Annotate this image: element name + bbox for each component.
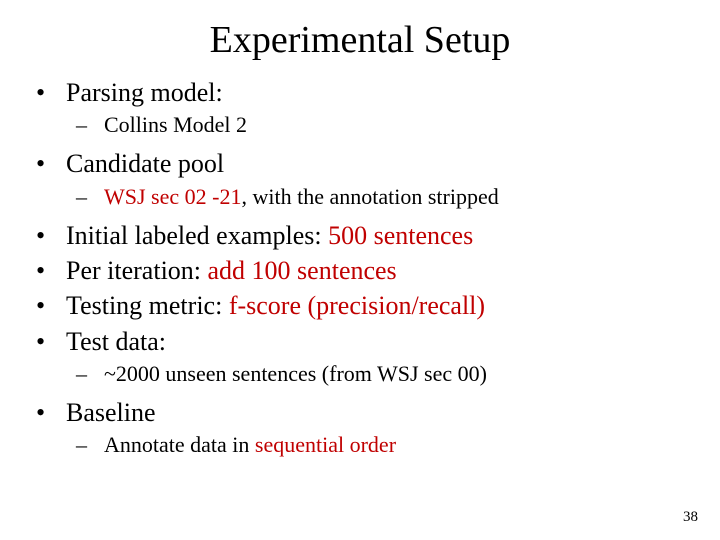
text-metric-highlight: f-score (precision/recall) (229, 291, 485, 320)
text-metric-pre: Testing metric: (66, 291, 229, 320)
text-wsj-highlight: WSJ sec 02 -21 (104, 184, 241, 209)
page-number: 38 (683, 509, 698, 526)
bullet-dash-icon: – (76, 360, 104, 388)
slide-content: • Parsing model: – Collins Model 2 • Can… (0, 76, 720, 459)
bullet-parsing-model: • Parsing model: (36, 76, 684, 109)
text-periter-highlight: add 100 sentences (208, 256, 397, 285)
slide: Experimental Setup • Parsing model: – Co… (0, 0, 720, 540)
bullet-dot-icon: • (36, 147, 66, 180)
subbullet-unseen: – ~2000 unseen sentences (from WSJ sec 0… (76, 360, 684, 388)
text-per-iteration: Per iteration: add 100 sentences (66, 254, 397, 287)
subbullet-annotate: – Annotate data in sequential order (76, 431, 684, 459)
subbullet-collins: – Collins Model 2 (76, 111, 684, 139)
text-metric: Testing metric: f-score (precision/recal… (66, 289, 485, 322)
bullet-testdata: • Test data: (36, 325, 684, 358)
bullet-dot-icon: • (36, 76, 66, 109)
bullet-candidate-pool: • Candidate pool (36, 147, 684, 180)
text-parsing-model: Parsing model: (66, 76, 223, 109)
text-initial-highlight: 500 sentences (328, 221, 473, 250)
slide-title: Experimental Setup (0, 0, 720, 76)
text-collins: Collins Model 2 (104, 111, 247, 139)
bullet-dot-icon: • (36, 325, 66, 358)
text-periter-pre: Per iteration: (66, 256, 208, 285)
text-annotate-pre: Annotate data in (104, 432, 255, 457)
bullet-baseline: • Baseline (36, 396, 684, 429)
bullet-metric: • Testing metric: f-score (precision/rec… (36, 289, 684, 322)
text-wsj-rest: , with the annotation stripped (241, 184, 498, 209)
text-baseline: Baseline (66, 396, 156, 429)
subbullet-wsj: – WSJ sec 02 -21, with the annotation st… (76, 183, 684, 211)
text-annotate-highlight: sequential order (255, 432, 396, 457)
bullet-per-iteration: • Per iteration: add 100 sentences (36, 254, 684, 287)
text-annotate: Annotate data in sequential order (104, 431, 396, 459)
bullet-dot-icon: • (36, 289, 66, 322)
bullet-dash-icon: – (76, 183, 104, 211)
text-unseen: ~2000 unseen sentences (from WSJ sec 00) (104, 360, 487, 388)
text-wsj: WSJ sec 02 -21, with the annotation stri… (104, 183, 499, 211)
text-initial-pre: Initial labeled examples: (66, 221, 328, 250)
text-initial: Initial labeled examples: 500 sentences (66, 219, 473, 252)
bullet-dot-icon: • (36, 219, 66, 252)
text-testdata: Test data: (66, 325, 166, 358)
bullet-dot-icon: • (36, 254, 66, 287)
bullet-dot-icon: • (36, 396, 66, 429)
bullet-initial: • Initial labeled examples: 500 sentence… (36, 219, 684, 252)
bullet-dash-icon: – (76, 111, 104, 139)
bullet-dash-icon: – (76, 431, 104, 459)
text-candidate-pool: Candidate pool (66, 147, 224, 180)
